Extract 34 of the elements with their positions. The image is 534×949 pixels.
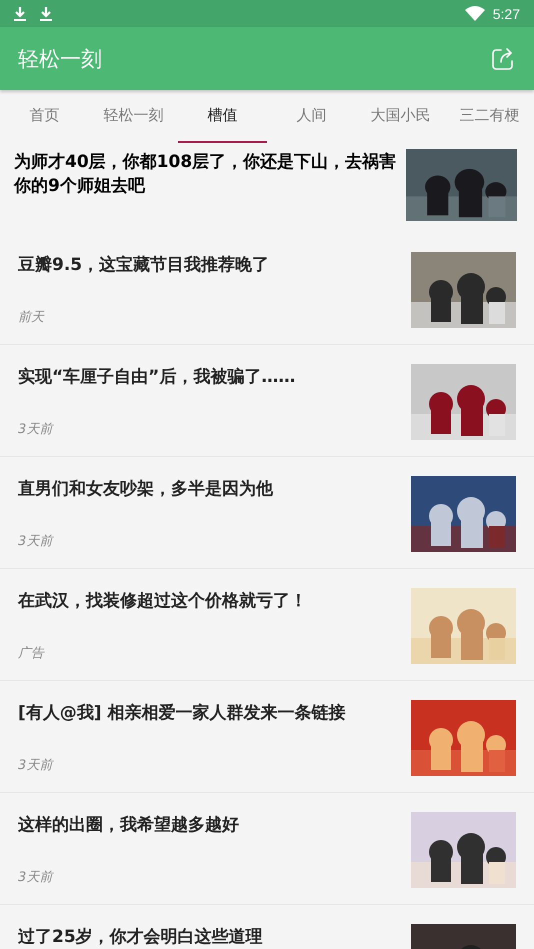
article-title: [有人@我] 相亲相爱一家人群发来一条链接 xyxy=(18,702,346,725)
app-title: 轻松一刻 xyxy=(18,46,102,72)
article-time: 3天前 xyxy=(18,869,55,886)
article-item[interactable]: 为师才40层，你都108层了，你还是下山，去祸害你的9个师姐去吧 xyxy=(0,143,534,233)
tab[interactable]: 槽值 xyxy=(178,90,267,143)
article-item[interactable]: 豆瓣9.5，这宝藏节目我推荐晚了 前天 xyxy=(0,233,534,345)
article-item[interactable]: 这样的出圈，我希望越多越好 3天前 xyxy=(0,793,534,905)
tab[interactable]: 人间 xyxy=(267,90,356,143)
article-item[interactable]: [有人@我] 相亲相爱一家人群发来一条链接 3天前 xyxy=(0,681,534,793)
download-icon xyxy=(40,6,52,22)
article-time: 广告 xyxy=(18,645,46,662)
article-title: 过了25岁，你才会明白这些道理 xyxy=(18,926,263,949)
article-item[interactable]: 在武汉，找装修超过这个价格就亏了！ 广告 xyxy=(0,569,534,681)
article-title: 为师才40层，你都108层了，你还是下山，去祸害你的9个师姐去吧 xyxy=(14,151,398,198)
share-icon[interactable] xyxy=(492,48,514,70)
article-time: 前天 xyxy=(18,309,46,326)
tab[interactable]: 三二有梗 xyxy=(445,90,534,143)
article-time: 3天前 xyxy=(18,533,55,550)
article-title: 豆瓣9.5，这宝藏节目我推荐晚了 xyxy=(18,254,270,277)
article-time: 3天前 xyxy=(18,757,55,774)
download-icon xyxy=(14,6,26,22)
tab[interactable]: 轻松一刻 xyxy=(89,90,178,143)
article-title: 直男们和女友吵架，多半是因为他 xyxy=(18,478,273,501)
article-item[interactable]: 直男们和女友吵架，多半是因为他 3天前 xyxy=(0,457,534,569)
article-time: 3天前 xyxy=(18,421,55,438)
article-title: 这样的出圈，我希望越多越好 xyxy=(18,814,239,837)
wifi-icon xyxy=(464,6,485,21)
tab[interactable]: 大国小民 xyxy=(356,90,445,143)
article-item[interactable]: 实现“车厘子自由”后，我被骗了…… 3天前 xyxy=(0,345,534,457)
article-title: 实现“车厘子自由”后，我被骗了…… xyxy=(18,366,296,389)
article-title: 在武汉，找装修超过这个价格就亏了！ xyxy=(18,590,307,613)
tab[interactable]: 首页 xyxy=(0,90,89,143)
clock: 5:27 xyxy=(492,6,520,22)
article-item[interactable]: 过了25岁，你才会明白这些道理 xyxy=(0,905,534,949)
